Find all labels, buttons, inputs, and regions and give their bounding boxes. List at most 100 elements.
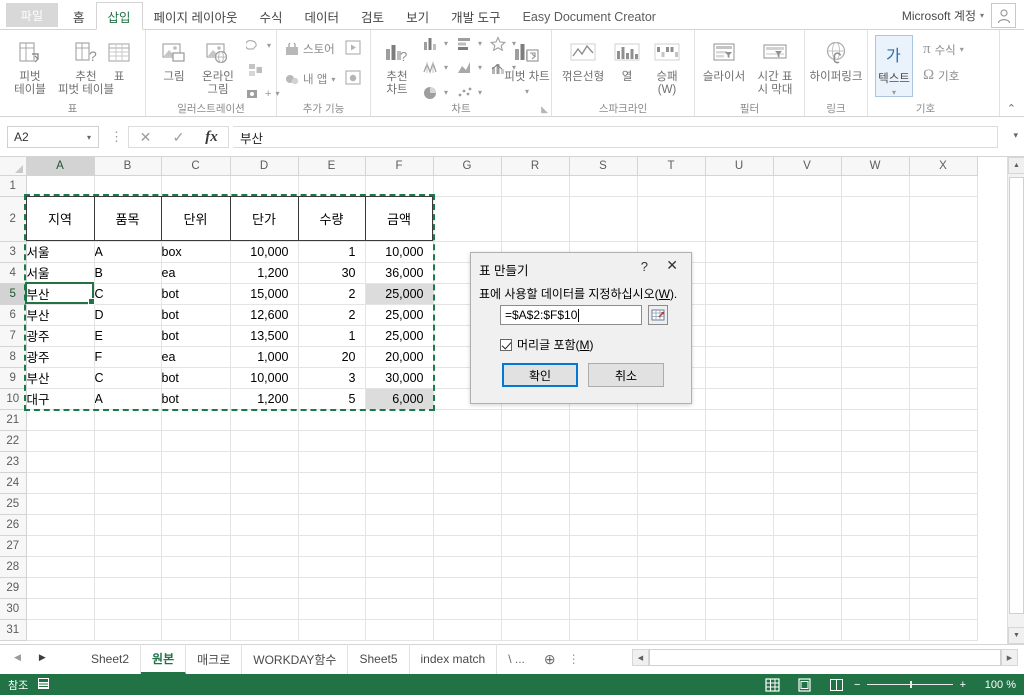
cell-S31[interactable] (569, 619, 638, 641)
cell-G26[interactable] (433, 514, 502, 536)
column-header-v[interactable]: V (773, 157, 842, 176)
scroll-right-icon[interactable]: ▶ (1001, 649, 1018, 666)
cell-U26[interactable] (705, 514, 774, 536)
sparkline-column-button[interactable]: 열 (609, 35, 645, 84)
cell-X24[interactable] (909, 472, 978, 494)
cell-V23[interactable] (773, 451, 842, 473)
cell-E27[interactable] (298, 535, 366, 557)
row-header-1[interactable]: 1 (0, 175, 27, 197)
column-header-b[interactable]: B (94, 157, 162, 176)
row-header-4[interactable]: 4 (0, 262, 27, 284)
cell-E22[interactable] (298, 430, 366, 452)
sheet-tab-macro[interactable]: 매크로 (186, 644, 243, 674)
cell-E7[interactable]: 1 (298, 325, 366, 347)
cell-V27[interactable] (773, 535, 842, 557)
tab-easy-document-creator[interactable]: Easy Document Creator (512, 3, 667, 30)
formula-input[interactable]: 부산 (233, 126, 998, 148)
sheet-tabs-dots[interactable]: ⋮ (564, 644, 584, 674)
cell-C7[interactable]: bot (161, 325, 231, 347)
cell-T24[interactable] (637, 472, 706, 494)
cell-A22[interactable] (26, 430, 95, 452)
equation-button[interactable]: π 수식 ▾ (923, 41, 964, 58)
row-header-5[interactable]: 5 (0, 283, 27, 305)
store-secondary-icon-button[interactable] (345, 40, 361, 55)
column-header-s[interactable]: S (569, 157, 638, 176)
cell-A7[interactable]: 광주 (26, 325, 95, 347)
cell-A23[interactable] (26, 451, 95, 473)
cell-V24[interactable] (773, 472, 842, 494)
cell-B30[interactable] (94, 598, 162, 620)
cell-B7[interactable]: E (94, 325, 162, 347)
cell-X30[interactable] (909, 598, 978, 620)
cell-E23[interactable] (298, 451, 366, 473)
text-button[interactable]: 가 텍스트 ▾ (873, 37, 915, 99)
column-header-f[interactable]: F (365, 157, 434, 176)
screenshot-button[interactable]: + ▾ (246, 87, 279, 100)
cell-D24[interactable] (230, 472, 299, 494)
sheet-tab-sheet2[interactable]: Sheet2 (80, 644, 142, 674)
column-header-e[interactable]: E (298, 157, 366, 176)
recommended-charts-button[interactable]: ? 추천 차트 (375, 35, 419, 97)
cell-C23[interactable] (161, 451, 231, 473)
cell-X10[interactable] (909, 388, 978, 410)
cell-A21[interactable] (26, 409, 95, 431)
row-header-25[interactable]: 25 (0, 493, 27, 515)
cell-G30[interactable] (433, 598, 502, 620)
range-picker-button[interactable] (648, 305, 668, 325)
cell-E31[interactable] (298, 619, 366, 641)
cell-U27[interactable] (705, 535, 774, 557)
cell-U31[interactable] (705, 619, 774, 641)
cell-R2[interactable] (501, 196, 570, 242)
cell-T21[interactable] (637, 409, 706, 431)
prev-sheet-icon[interactable]: ◀ (14, 652, 21, 663)
cell-E30[interactable] (298, 598, 366, 620)
row-header-8[interactable]: 8 (0, 346, 27, 368)
cell-E26[interactable] (298, 514, 366, 536)
cell-S25[interactable] (569, 493, 638, 515)
cell-U24[interactable] (705, 472, 774, 494)
cell-B10[interactable]: A (94, 388, 162, 410)
cell-C6[interactable]: bot (161, 304, 231, 326)
cell-W5[interactable] (841, 283, 910, 305)
table-button[interactable]: 표 (96, 35, 142, 84)
sparkline-win-loss-button[interactable]: 승패 (W) (643, 35, 691, 97)
cell-B2[interactable]: 품목 (94, 196, 162, 242)
sheet-tab-sheet5[interactable]: Sheet5 (348, 644, 410, 674)
cell-E6[interactable]: 2 (298, 304, 366, 326)
cell-W2[interactable] (841, 196, 910, 242)
cell-D23[interactable] (230, 451, 299, 473)
row-header-21[interactable]: 21 (0, 409, 27, 431)
pivot-chart-button[interactable]: 피벗 차트 ▾ (503, 35, 551, 98)
cell-V25[interactable] (773, 493, 842, 515)
cell-W30[interactable] (841, 598, 910, 620)
column-header-x[interactable]: X (909, 157, 978, 176)
cell-V1[interactable] (773, 175, 842, 197)
cell-G21[interactable] (433, 409, 502, 431)
cell-D28[interactable] (230, 556, 299, 578)
cell-X28[interactable] (909, 556, 978, 578)
cell-T25[interactable] (637, 493, 706, 515)
ribbon-collapse-button[interactable]: ⌃ (1007, 102, 1016, 115)
row-header-26[interactable]: 26 (0, 514, 27, 536)
cell-B29[interactable] (94, 577, 162, 599)
cell-T30[interactable] (637, 598, 706, 620)
column-header-u[interactable]: U (705, 157, 774, 176)
cell-S1[interactable] (569, 175, 638, 197)
expand-formula-bar-button[interactable]: ▾ (1013, 130, 1018, 141)
zoom-slider[interactable]: − + (854, 679, 966, 691)
hyperlink-button[interactable]: 하이퍼링크 (807, 35, 865, 84)
cell-B9[interactable]: C (94, 367, 162, 389)
sheet-tab-wonbon[interactable]: 원본 (141, 644, 187, 674)
include-headers-checkbox[interactable]: 머리글 포함(M) (500, 336, 594, 353)
cell-C9[interactable]: bot (161, 367, 231, 389)
pie-chart-button[interactable]: ▾ (422, 85, 448, 100)
cell-G1[interactable] (433, 175, 502, 197)
cell-U3[interactable] (705, 241, 774, 263)
cell-R28[interactable] (501, 556, 570, 578)
cell-E21[interactable] (298, 409, 366, 431)
cell-S21[interactable] (569, 409, 638, 431)
cell-D25[interactable] (230, 493, 299, 515)
cell-F30[interactable] (365, 598, 434, 620)
cell-X31[interactable] (909, 619, 978, 641)
cell-T27[interactable] (637, 535, 706, 557)
